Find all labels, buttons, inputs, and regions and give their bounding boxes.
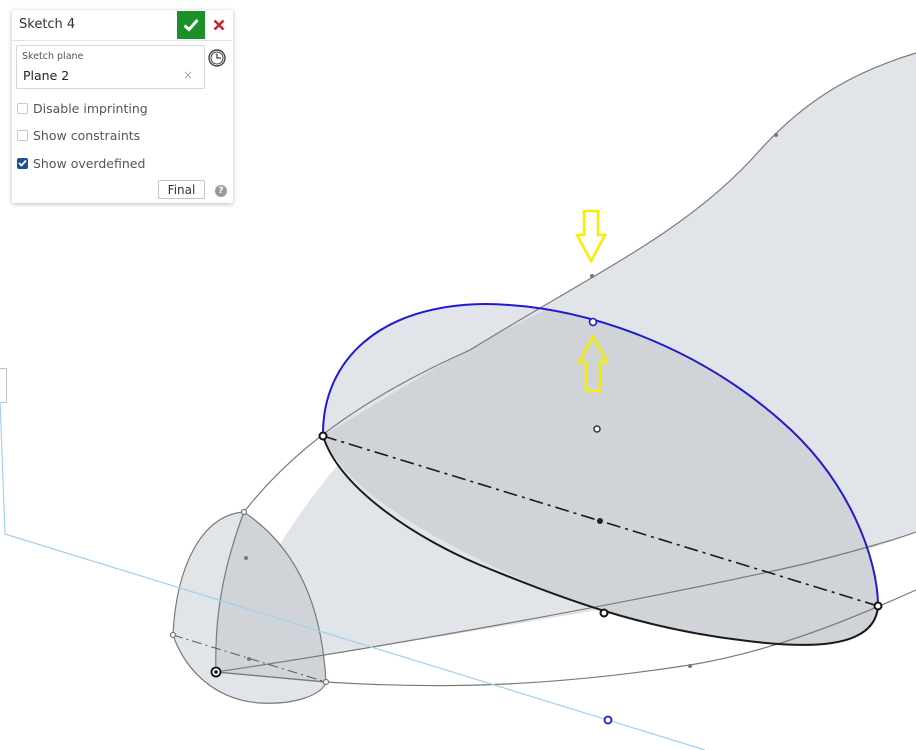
sketch-dialog: Sketch 4 Sketch plane Plane 2 × Disable … — [12, 10, 233, 203]
plane-point[interactable] — [603, 715, 613, 725]
option-show-constraints[interactable]: Show constraints — [17, 127, 140, 143]
show-constraints-checkbox[interactable] — [17, 129, 28, 141]
clock-icon — [208, 49, 226, 67]
collapsed-panel-tab[interactable] — [0, 368, 7, 403]
ellipse-endpoint-left[interactable] — [318, 431, 328, 441]
close-icon — [213, 19, 225, 31]
sketch-plane-value: Plane 2 — [23, 68, 70, 83]
option-disable-imprinting[interactable]: Disable imprinting — [17, 100, 148, 116]
ellipse-center-point[interactable] — [597, 518, 603, 524]
sketch-dialog-header: Sketch 4 — [12, 10, 233, 41]
selected-curve-point[interactable] — [588, 317, 598, 327]
ellipse-bottom-point[interactable] — [599, 608, 609, 618]
disable-imprinting-checkbox[interactable] — [17, 102, 28, 114]
clear-plane-icon[interactable]: × — [183, 68, 193, 82]
sketch-plane-label: Sketch plane — [22, 51, 84, 62]
help-icon[interactable]: ? — [215, 185, 227, 197]
checkmark-icon — [18, 159, 27, 167]
sketch-title: Sketch 4 — [19, 17, 76, 32]
origin-point[interactable] — [210, 666, 222, 678]
show-constraints-label: Show constraints — [33, 127, 141, 143]
nose-top-point[interactable] — [240, 508, 248, 516]
final-button[interactable]: Final — [158, 180, 205, 199]
disable-imprinting-label: Disable imprinting — [33, 100, 148, 116]
sketch-plane-field[interactable]: Sketch plane Plane 2 × — [16, 45, 205, 89]
ellipse-focus-point[interactable] — [593, 425, 601, 433]
annotation-arrow-down-icon — [574, 209, 608, 264]
loft-edge-point[interactable] — [590, 274, 594, 278]
cancel-button[interactable] — [208, 11, 230, 39]
show-overdefined-checkbox[interactable] — [17, 157, 28, 169]
nose-right-point[interactable] — [322, 678, 330, 686]
show-overdefined-label: Show overdefined — [33, 155, 146, 171]
ellipse-endpoint-right[interactable] — [873, 601, 883, 611]
history-button[interactable] — [207, 48, 227, 68]
check-icon — [183, 18, 199, 32]
nose-left-point[interactable] — [169, 631, 177, 639]
accept-button[interactable] — [177, 11, 205, 39]
option-show-overdefined[interactable]: Show overdefined — [17, 155, 145, 171]
nose-axis-point[interactable] — [247, 657, 251, 661]
loft-edge-point-upper[interactable] — [774, 133, 778, 137]
loft-bottom-point[interactable] — [688, 664, 692, 668]
nose-center-point[interactable] — [244, 556, 248, 560]
